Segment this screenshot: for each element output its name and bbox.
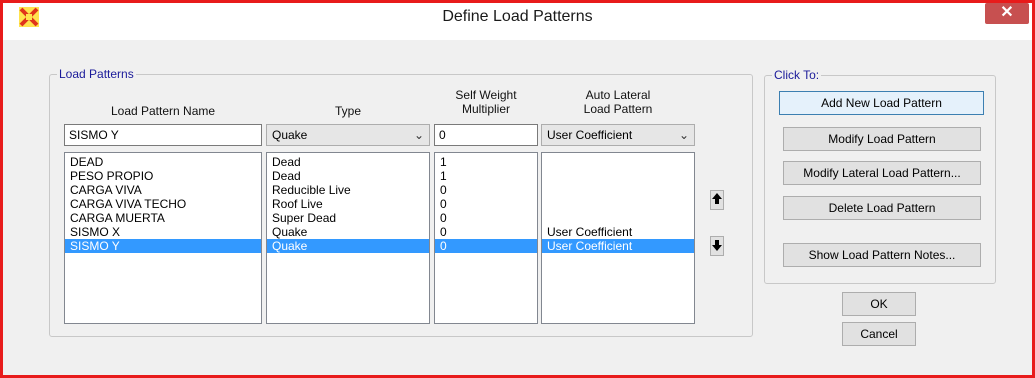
- header-self-weight-line2: Multiplier: [461, 102, 510, 116]
- list-item-multiplier[interactable]: 0: [435, 239, 537, 253]
- list-item-multiplier[interactable]: 0: [435, 183, 537, 197]
- list-item-type[interactable]: Quake: [267, 225, 429, 239]
- click-to-group-label: Click To:: [772, 68, 822, 82]
- list-item-name[interactable]: SISMO Y: [65, 239, 261, 253]
- list-item-multiplier[interactable]: 0: [435, 211, 537, 225]
- list-item-type[interactable]: Dead: [267, 155, 429, 169]
- list-item-name[interactable]: CARGA VIVA: [65, 183, 261, 197]
- arrow-down-icon: [712, 240, 722, 251]
- list-item-auto-lateral[interactable]: [542, 169, 694, 183]
- load-pattern-name-list[interactable]: DEAD PESO PROPIO CARGA VIVA CARGA VIVA TECH…: [64, 152, 262, 324]
- move-up-button[interactable]: [710, 190, 724, 210]
- list-item-type[interactable]: Reducible Live: [267, 183, 429, 197]
- type-select[interactable]: Quake ⌄: [266, 124, 430, 146]
- list-item-auto-lateral[interactable]: User Coefficient: [542, 225, 694, 239]
- list-item-type[interactable]: Roof Live: [267, 197, 429, 211]
- arrow-up-icon: [712, 193, 722, 204]
- close-icon[interactable]: ✕: [1000, 4, 1013, 21]
- cancel-button[interactable]: Cancel: [842, 322, 916, 346]
- header-load-pattern-name: Load Pattern Name: [110, 104, 216, 118]
- header-auto-lateral-line2: Load Pattern: [583, 102, 653, 116]
- self-weight-multiplier-input[interactable]: 0: [434, 124, 538, 146]
- modify-load-pattern-button[interactable]: Modify Load Pattern: [783, 127, 981, 151]
- list-item-multiplier[interactable]: 1: [435, 155, 537, 169]
- list-item-type[interactable]: Super Dead: [267, 211, 429, 225]
- list-item-name[interactable]: CARGA VIVA TECHO: [65, 197, 261, 211]
- move-down-button[interactable]: [710, 236, 724, 256]
- load-pattern-name-input[interactable]: SISMO Y: [64, 124, 262, 146]
- list-item-type[interactable]: Quake: [267, 239, 429, 253]
- header-auto-lateral-line1: Auto Lateral: [585, 88, 651, 102]
- list-item-name[interactable]: CARGA MUERTA: [65, 211, 261, 225]
- self-weight-multiplier-list[interactable]: 1100000: [434, 152, 538, 324]
- list-item-auto-lateral[interactable]: [542, 211, 694, 225]
- type-select-value: Quake: [272, 128, 308, 142]
- header-self-weight-line1: Self Weight: [455, 88, 517, 102]
- window-title: Define Load Patterns: [442, 8, 593, 25]
- list-item-multiplier[interactable]: 1: [435, 169, 537, 183]
- header-type: Type: [334, 104, 361, 118]
- close-button[interactable]: ✕: [985, 3, 1029, 24]
- chevron-down-icon[interactable]: ⌄: [679, 125, 689, 145]
- list-item-multiplier[interactable]: 0: [435, 225, 537, 239]
- load-patterns-group-label: Load Patterns: [57, 67, 136, 81]
- list-item-multiplier[interactable]: 0: [435, 197, 537, 211]
- list-item-name[interactable]: DEAD: [65, 155, 261, 169]
- add-new-load-pattern-button[interactable]: Add New Load Pattern: [779, 91, 984, 115]
- modify-lateral-load-pattern-button[interactable]: Modify Lateral Load Pattern...: [783, 161, 981, 185]
- delete-load-pattern-button[interactable]: Delete Load Pattern: [783, 196, 981, 220]
- show-load-pattern-notes-button[interactable]: Show Load Pattern Notes...: [783, 243, 981, 267]
- list-item-auto-lateral[interactable]: User Coefficient: [542, 239, 694, 253]
- list-item-auto-lateral[interactable]: [542, 155, 694, 169]
- auto-lateral-select[interactable]: User Coefficient ⌄: [541, 124, 695, 146]
- type-list[interactable]: Dead Dead Reducible Live Roof Live Super Dea…: [266, 152, 430, 324]
- list-item-type[interactable]: Dead: [267, 169, 429, 183]
- list-item-name[interactable]: SISMO X: [65, 225, 261, 239]
- auto-lateral-select-value: User Coefficient: [547, 128, 633, 142]
- list-item-auto-lateral[interactable]: [542, 183, 694, 197]
- ok-button[interactable]: OK: [842, 292, 916, 316]
- chevron-down-icon[interactable]: ⌄: [414, 125, 424, 145]
- list-item-auto-lateral[interactable]: [542, 197, 694, 211]
- auto-lateral-list[interactable]: User Coefficient User Coefficient: [541, 152, 695, 324]
- list-item-name[interactable]: PESO PROPIO: [65, 169, 261, 183]
